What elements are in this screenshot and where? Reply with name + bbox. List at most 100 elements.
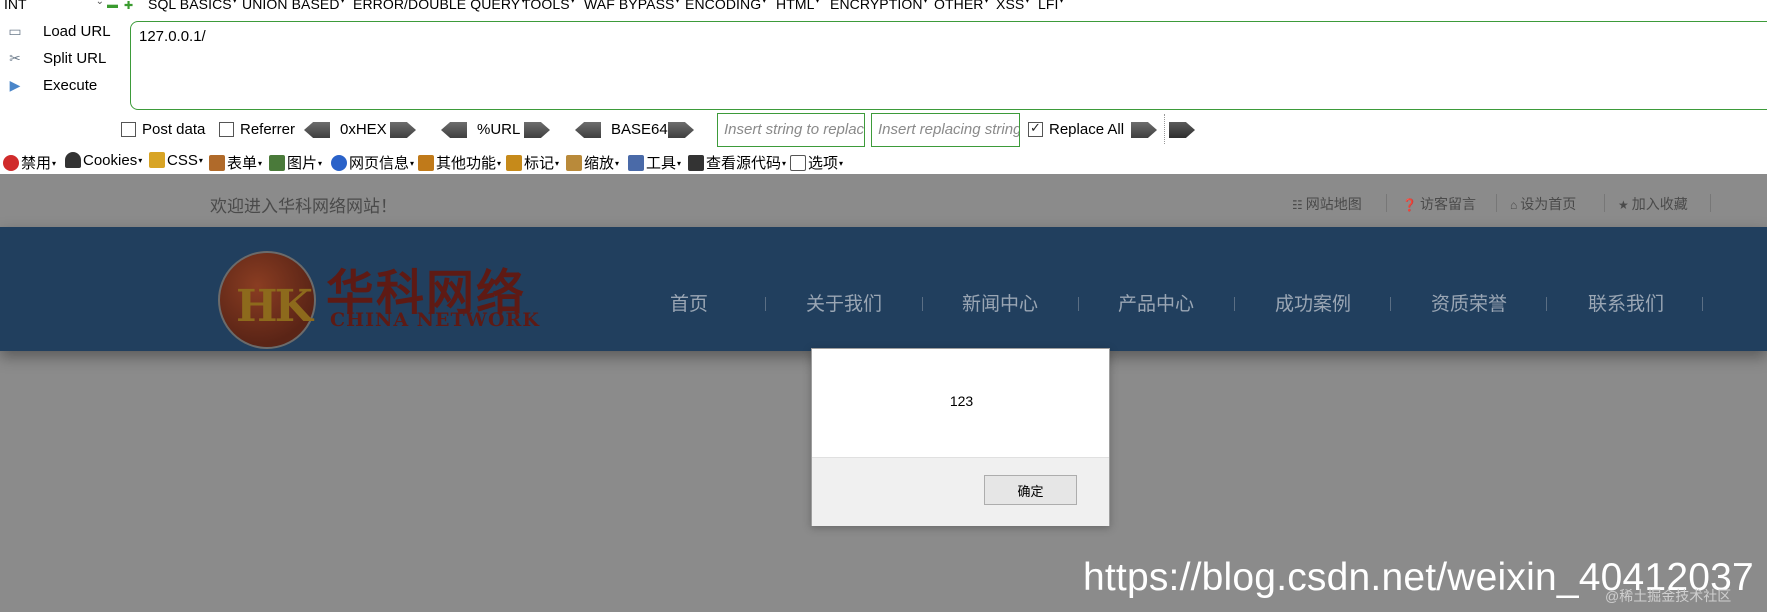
- wd-cookies-menu[interactable]: Cookies▾: [65, 152, 142, 172]
- menu-lfi[interactable]: LFI: [1038, 0, 1064, 12]
- wd-disable-menu[interactable]: 禁用▾: [3, 152, 56, 172]
- guestbook-link[interactable]: ❓ 访客留言: [1402, 194, 1476, 214]
- sitemap-icon: ☷: [1292, 198, 1303, 212]
- nav-cases[interactable]: 成功案例: [1275, 289, 1351, 316]
- load-url-label: Load URL: [43, 23, 111, 40]
- url-label: %URL: [477, 121, 521, 138]
- load-url-icon: ▭: [8, 23, 22, 39]
- wd-options-menu[interactable]: 选项▾: [790, 152, 843, 172]
- css-wand-icon: [149, 152, 165, 168]
- nav-products[interactable]: 产品中心: [1118, 289, 1194, 316]
- divider: [1234, 297, 1235, 311]
- wd-tools-menu[interactable]: 工具▾: [628, 152, 681, 172]
- nav-honors[interactable]: 资质荣誉: [1431, 289, 1507, 316]
- disable-icon: [3, 155, 19, 171]
- divider: [1386, 194, 1387, 212]
- menu-encryption[interactable]: ENCRYPTION: [830, 0, 928, 12]
- divider: [1496, 194, 1497, 212]
- chevron-down-icon: ⌄: [95, 0, 104, 7]
- hackbar-actions: ▭ Load URL ✂ Split URL ▶ Execute: [0, 18, 128, 106]
- nav-home[interactable]: 首页: [670, 289, 708, 316]
- menu-tools[interactable]: TOOLS: [522, 0, 575, 12]
- replace-arrow-icon[interactable]: [1131, 122, 1157, 138]
- ruler-icon: [566, 155, 582, 171]
- cookie-icon: [65, 152, 81, 168]
- wd-images-menu[interactable]: 图片▾: [269, 152, 322, 172]
- play-icon: ▶: [9, 77, 21, 93]
- url-encode-arrow-icon[interactable]: [524, 122, 550, 138]
- load-url-button[interactable]: ▭ Load URL: [0, 18, 128, 44]
- split-url-label: Split URL: [43, 50, 107, 67]
- divider: [1604, 194, 1605, 212]
- divider: [1546, 297, 1547, 311]
- post-data-label: Post data: [142, 121, 206, 138]
- url-textarea[interactable]: 127.0.0.1/: [130, 21, 1767, 110]
- menu-sql-basics[interactable]: SQL BASICS: [148, 0, 237, 12]
- menu-xss[interactable]: XSS: [996, 0, 1029, 12]
- home-icon: ⌂: [1510, 198, 1518, 212]
- base64-label: BASE64: [611, 121, 668, 138]
- source-icon: [688, 155, 704, 171]
- replace-all-label: Replace All: [1049, 121, 1125, 138]
- star-icon: ★: [1618, 198, 1629, 212]
- divider: [1702, 297, 1703, 311]
- scissors-icon: ✂: [9, 50, 21, 66]
- replace-string-input[interactable]: Insert replacing string: [871, 113, 1020, 147]
- hackbar-menu: INT ⌄ ▬ ✚ SQL BASICS UNION BASED ERROR/D…: [0, 0, 1767, 14]
- divider: [1390, 297, 1391, 311]
- image-icon: [269, 155, 285, 171]
- injection-type-value: INT: [4, 0, 27, 12]
- tools-icon: [628, 155, 644, 171]
- wd-information-menu[interactable]: 网页信息▾: [331, 152, 414, 172]
- divider: [765, 297, 766, 311]
- watermark-sub: @稀土掘金技术社区: [1605, 588, 1732, 604]
- execute-label: Execute: [43, 77, 98, 94]
- wd-view-source-menu[interactable]: 查看源代码▾: [688, 152, 786, 172]
- form-icon: [209, 155, 225, 171]
- alert-footer: 确定: [812, 457, 1109, 526]
- post-data-checkbox[interactable]: [121, 122, 136, 137]
- wd-resize-menu[interactable]: 缩放▾: [566, 152, 619, 172]
- add-favorite-link[interactable]: ★ 加入收藏: [1618, 194, 1688, 214]
- menu-waf-bypass[interactable]: WAF BYPASS: [584, 0, 680, 12]
- plus-icon[interactable]: ✚: [124, 0, 133, 12]
- find-string-input[interactable]: Insert string to replace: [717, 113, 865, 147]
- hackbar-options: Post data Referrer 0xHEX %URL BASE64 Ins…: [0, 112, 1767, 148]
- menu-other[interactable]: OTHER: [934, 0, 989, 12]
- minus-icon[interactable]: ▬: [107, 0, 118, 11]
- options-icon: [790, 155, 806, 171]
- menu-html[interactable]: HTML: [776, 0, 820, 12]
- nav-news[interactable]: 新闻中心: [962, 289, 1038, 316]
- sitemap-link[interactable]: ☷ 网站地图: [1292, 194, 1362, 214]
- replace-all-checkbox[interactable]: [1028, 120, 1043, 137]
- wd-outline-menu[interactable]: 标记▾: [506, 152, 559, 172]
- site-top-bar: 欢迎进入华科网络网站！ ☷ 网站地图 ❓ 访客留言 ⌂ 设为首页 ★ 加入收藏: [0, 174, 1767, 226]
- ok-button[interactable]: 确定: [984, 475, 1077, 505]
- nav-about[interactable]: 关于我们: [806, 289, 882, 316]
- hex-decode-arrow-icon[interactable]: [304, 122, 330, 138]
- base64-decode-arrow-icon[interactable]: [575, 122, 601, 138]
- replace-next-arrow-icon[interactable]: [1169, 122, 1195, 138]
- logo-mark: HK: [236, 281, 313, 332]
- web-developer-toolbar: 禁用▾ Cookies▾ CSS▾ 表单▾ 图片▾ 网页信息▾ 其他功能▾ 标记…: [0, 149, 1767, 174]
- pencil-icon: [506, 155, 522, 171]
- menu-union-based[interactable]: UNION BASED: [242, 0, 345, 12]
- injection-type-select[interactable]: INT ⌄: [4, 0, 112, 12]
- nav-contact[interactable]: 联系我们: [1588, 289, 1664, 316]
- execute-button[interactable]: ▶ Execute: [0, 72, 128, 98]
- divider: [1078, 297, 1079, 311]
- referrer-label: Referrer: [240, 121, 296, 138]
- site-nav-band: HK 华科网络 CHINA NETWORK 首页 关于我们 新闻中心 产品中心 …: [0, 227, 1767, 351]
- set-homepage-link[interactable]: ⌂ 设为首页: [1510, 194, 1576, 214]
- referrer-checkbox[interactable]: [219, 122, 234, 137]
- wd-forms-menu[interactable]: 表单▾: [209, 152, 262, 172]
- menu-error-double-query[interactable]: ERROR/DOUBLE QUERY: [353, 0, 525, 12]
- wd-css-menu[interactable]: CSS▾: [149, 152, 203, 172]
- split-url-button[interactable]: ✂ Split URL: [0, 45, 128, 71]
- base64-encode-arrow-icon[interactable]: [668, 122, 694, 138]
- wd-miscellaneous-menu[interactable]: 其他功能▾: [418, 152, 501, 172]
- url-decode-arrow-icon[interactable]: [441, 122, 467, 138]
- menu-encoding[interactable]: ENCODING: [685, 0, 766, 12]
- hex-encode-arrow-icon[interactable]: [390, 122, 416, 138]
- alert-dialog: 123 确定: [811, 348, 1110, 526]
